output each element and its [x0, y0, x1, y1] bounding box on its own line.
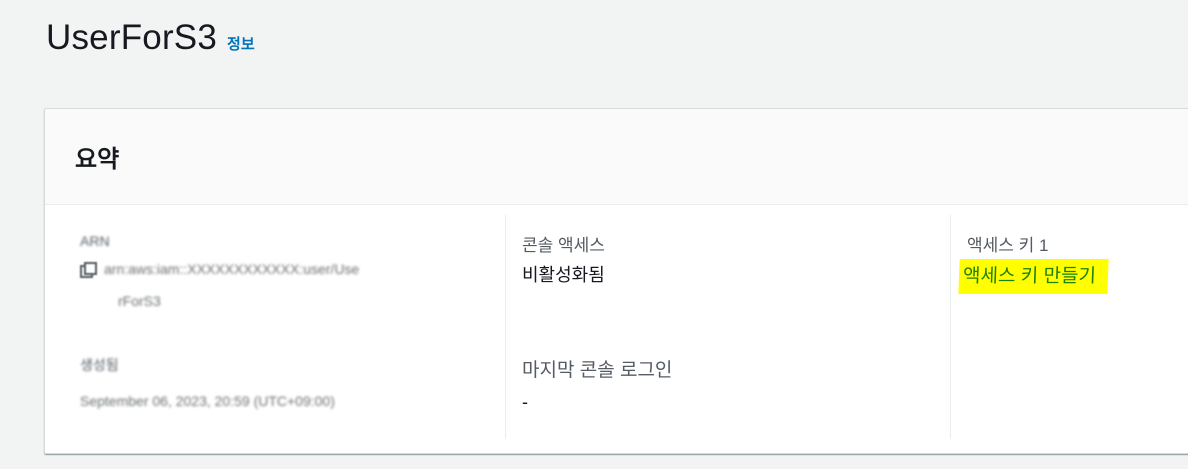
last-login-field: 마지막 콘솔 로그인 - — [522, 360, 672, 414]
access-key-field: 액세스 키 1 액세스 키 만들기 — [958, 235, 1109, 294]
arn-value-line2: rForS3 — [118, 293, 161, 309]
arn-value-row: arn:aws:iam::XXXXXXXXXXXX:user/Use — [80, 261, 360, 278]
console-access-field: 콘솔 액세스 비활성화됨 — [522, 235, 605, 287]
summary-column-identity: ARN arn:aws:iam::XXXXXXXXXXXX:user/Use r… — [45, 215, 505, 439]
summary-header: 요약 — [45, 109, 1188, 205]
last-login-label: 마지막 콘솔 로그인 — [522, 360, 673, 381]
arn-field: ARN arn:aws:iam::XXXXXXXXXXXX:user/Use r… — [80, 233, 359, 309]
arn-label: ARN — [80, 233, 110, 249]
page-title: UserForS3 — [46, 18, 218, 57]
created-field: 생성됨 September 06, 2023, 20:59 (UTC+09:00… — [80, 355, 335, 409]
create-access-key-link[interactable]: 액세스 키 만들기 — [958, 259, 1109, 294]
summary-card: 요약 ARN arn:aws:iam::XXXXXXXXXXXX:user/Us… — [44, 108, 1188, 454]
created-value: September 06, 2023, 20:59 (UTC+09:00) — [80, 393, 335, 409]
last-login-value: - — [522, 392, 528, 412]
summary-column-access-key: 액세스 키 1 액세스 키 만들기 — [950, 215, 1188, 439]
arn-value-line1: arn:aws:iam::XXXXXXXXXXXX:user/Use — [104, 261, 360, 277]
copy-icon[interactable] — [80, 262, 97, 278]
created-label: 생성됨 — [80, 357, 119, 373]
info-link[interactable]: 정보 — [227, 33, 255, 54]
access-key-link-wrap: 액세스 키 만들기 — [958, 259, 1109, 294]
summary-column-console: 콘솔 액세스 비활성화됨 마지막 콘솔 로그인 - — [505, 215, 952, 439]
console-access-label: 콘솔 액세스 — [522, 236, 605, 255]
console-access-value: 비활성화됨 — [522, 265, 605, 285]
summary-title: 요약 — [75, 146, 120, 173]
title-row: UserForS3 정보 — [46, 18, 255, 58]
page: UserForS3 정보 요약 ARN arn:aws:iam::XXXXXXX… — [0, 0, 1188, 469]
access-key-label: 액세스 키 1 — [967, 236, 1049, 255]
